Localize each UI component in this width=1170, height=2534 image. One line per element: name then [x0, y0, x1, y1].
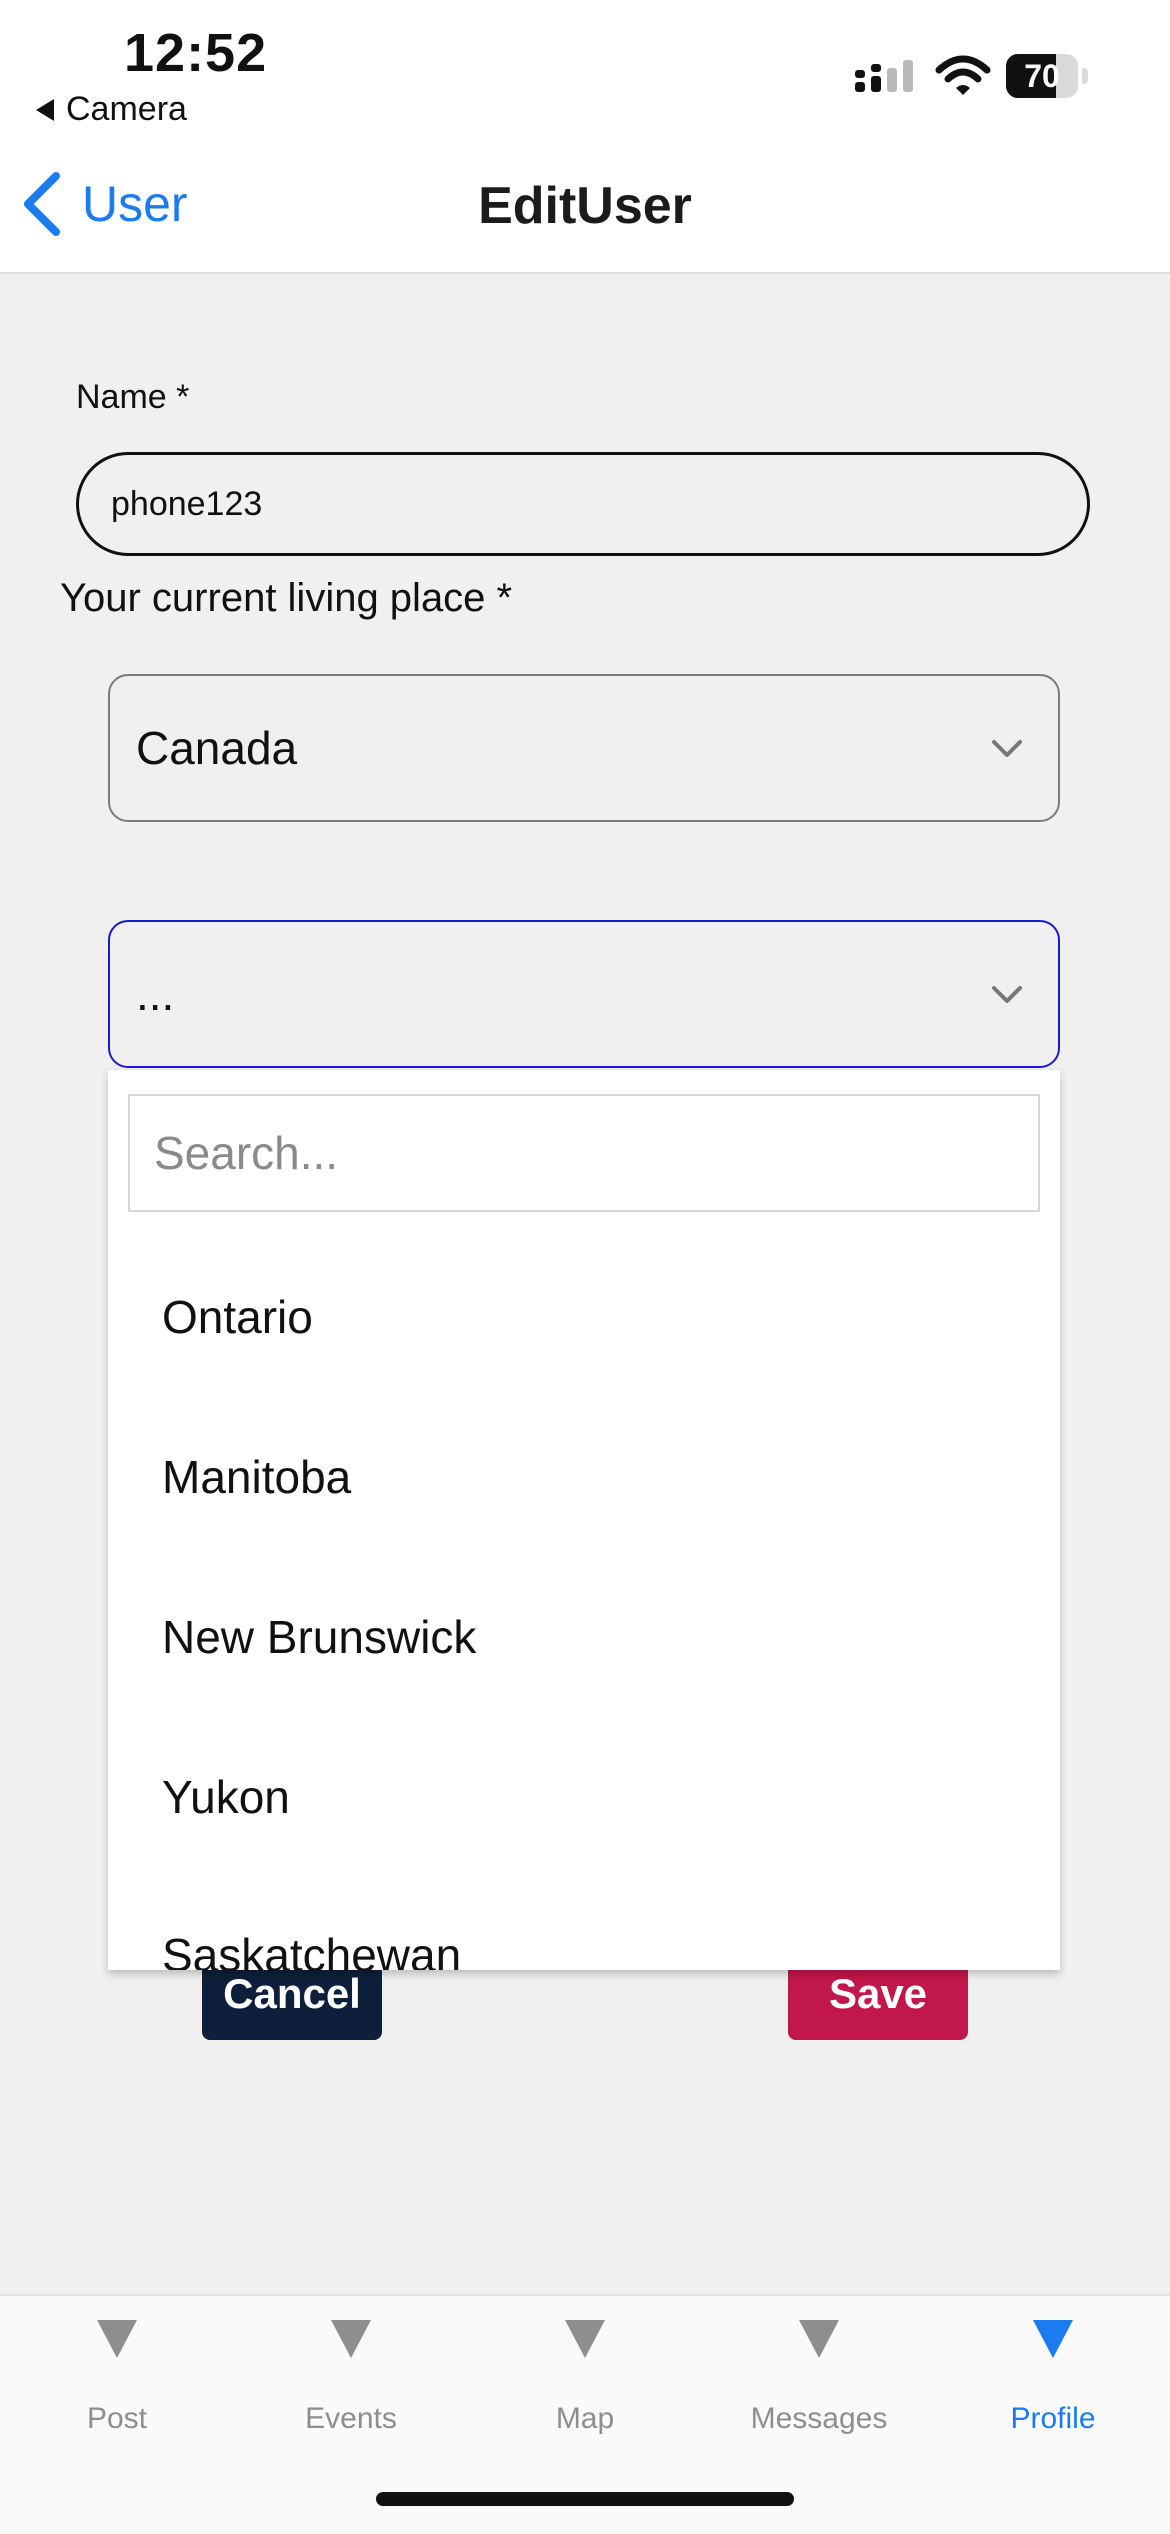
name-input[interactable] [76, 452, 1090, 556]
dropdown-option-saskatchewan[interactable]: Saskatchewan [162, 1928, 461, 1970]
cancel-button[interactable]: Cancel [202, 1964, 382, 2040]
status-time: 12:52 [124, 23, 268, 83]
country-value: Canada [136, 722, 298, 774]
tab-label: Messages [750, 2402, 888, 2435]
battery-icon: 70 [1006, 54, 1090, 100]
tab-label: Events [305, 2402, 397, 2435]
region-select[interactable]: ... [108, 920, 1060, 1068]
triangle-down-icon [331, 2320, 371, 2358]
save-button[interactable]: Save [788, 1964, 968, 2040]
triangle-down-icon [565, 2320, 605, 2358]
dropdown-option-ontario[interactable]: Ontario [162, 1290, 313, 1344]
tab-label: Profile [1010, 2402, 1096, 2435]
battery-level-text: 70 [1024, 58, 1060, 94]
name-label: Name * [76, 378, 190, 416]
tab-profile[interactable]: Profile [936, 2320, 1170, 2436]
triangle-down-icon [1033, 2320, 1073, 2358]
tab-events[interactable]: Events [234, 2320, 468, 2436]
tab-map[interactable]: Map [468, 2320, 702, 2436]
cellular-signal-icon [855, 60, 913, 92]
living-place-label: Your current living place * [60, 576, 513, 620]
back-to-app-link[interactable]: Camera [36, 90, 187, 129]
wifi-icon [935, 55, 991, 95]
region-value: ... [136, 968, 175, 1020]
tab-label: Map [555, 2402, 615, 2435]
chevron-down-icon [992, 740, 1022, 757]
tab-post[interactable]: Post [0, 2320, 234, 2436]
tab-label: Post [86, 2402, 148, 2435]
back-triangle-icon [36, 98, 54, 121]
tab-messages[interactable]: Messages [702, 2320, 936, 2436]
dropdown-option-yukon[interactable]: Yukon [162, 1770, 290, 1824]
dropdown-option-new-brunswick[interactable]: New Brunswick [162, 1610, 476, 1664]
triangle-down-icon [799, 2320, 839, 2358]
search-input[interactable] [128, 1094, 1040, 1212]
dropdown-option-manitoba[interactable]: Manitoba [162, 1450, 351, 1504]
triangle-down-icon [97, 2320, 137, 2358]
chevron-down-icon [992, 986, 1022, 1003]
country-select[interactable]: Canada [108, 674, 1060, 822]
back-app-label: Camera [66, 90, 187, 128]
page-title: EditUser [478, 177, 692, 235]
region-dropdown-list[interactable]: Ontario Manitoba New Brunswick Yukon Sas… [108, 1070, 1060, 1970]
home-indicator[interactable] [376, 2492, 794, 2506]
